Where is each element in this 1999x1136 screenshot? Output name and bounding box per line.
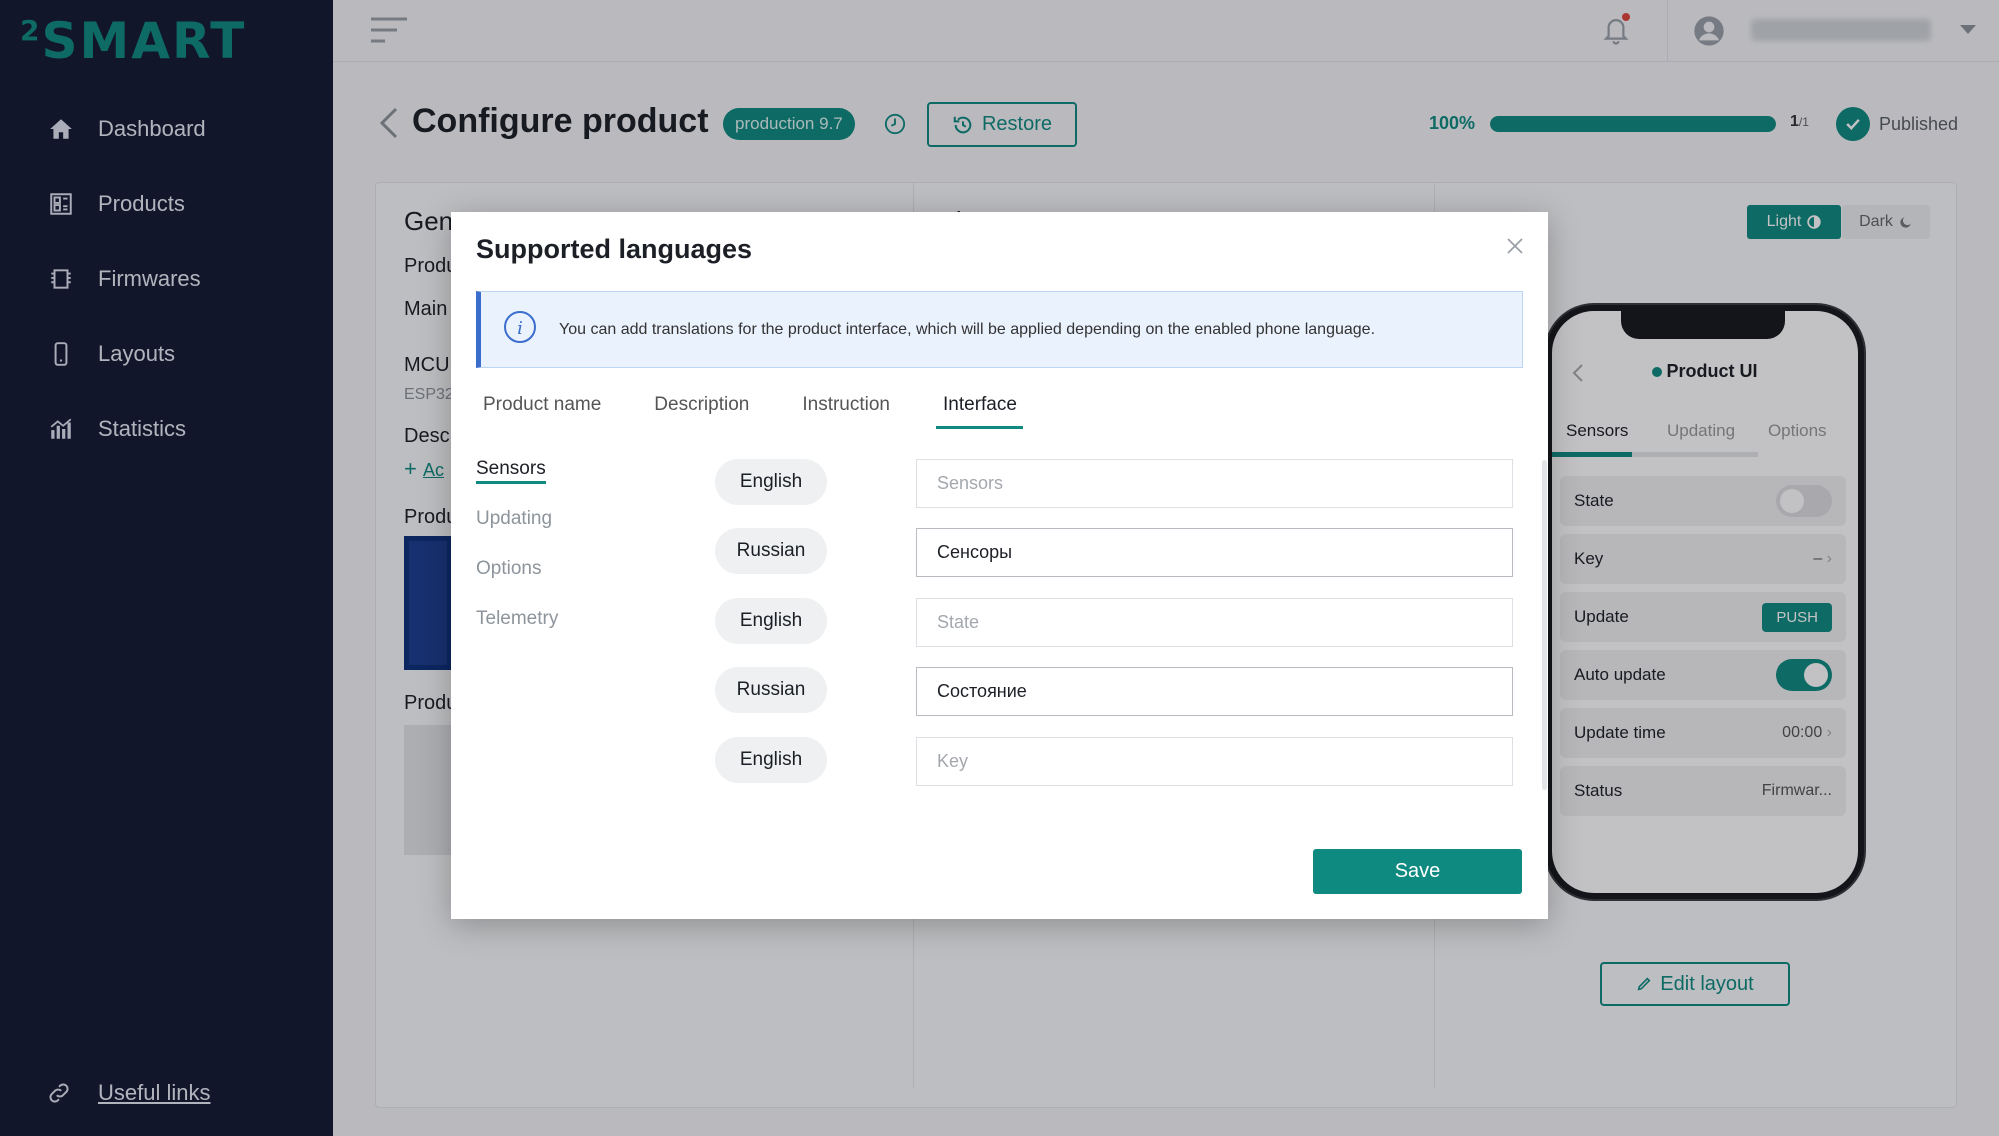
language-badge-russian: Russian	[715, 667, 827, 713]
scrollbar[interactable]	[1542, 460, 1547, 790]
language-badge-russian: Russian	[715, 528, 827, 574]
language-tabs: Product name Description Instruction Int…	[476, 394, 1063, 429]
section-telemetry[interactable]: Telemetry	[476, 608, 558, 629]
section-updating[interactable]: Updating	[476, 508, 552, 529]
tab-product-name[interactable]: Product name	[476, 394, 607, 429]
svg-text:i: i	[517, 318, 523, 339]
section-options[interactable]: Options	[476, 558, 541, 579]
translation-input-state-ru[interactable]	[916, 667, 1513, 716]
language-badge-english: English	[715, 459, 827, 505]
info-text: You can add translations for the product…	[559, 320, 1376, 338]
close-icon[interactable]	[1505, 236, 1525, 261]
language-badge-english: English	[715, 737, 827, 783]
tab-instruction[interactable]: Instruction	[795, 394, 896, 429]
info-icon: i	[503, 310, 537, 349]
tab-description[interactable]: Description	[647, 394, 755, 429]
translation-input-state-en[interactable]	[916, 598, 1513, 647]
translation-input-sensors-ru[interactable]	[916, 528, 1513, 577]
info-alert: i You can add translations for the produ…	[476, 291, 1523, 368]
tab-interface[interactable]: Interface	[936, 394, 1023, 429]
dialog-title: Supported languages	[476, 234, 753, 264]
interface-sections: Sensors Updating Options Telemetry	[476, 458, 558, 658]
supported-languages-dialog: Supported languages i You can add transl…	[451, 212, 1548, 919]
translation-input-sensors-en[interactable]	[916, 459, 1513, 508]
save-button[interactable]: Save	[1313, 849, 1522, 894]
language-badge-english: English	[715, 598, 827, 644]
section-sensors[interactable]: Sensors	[476, 458, 546, 484]
translation-input-key-en[interactable]	[916, 737, 1513, 786]
